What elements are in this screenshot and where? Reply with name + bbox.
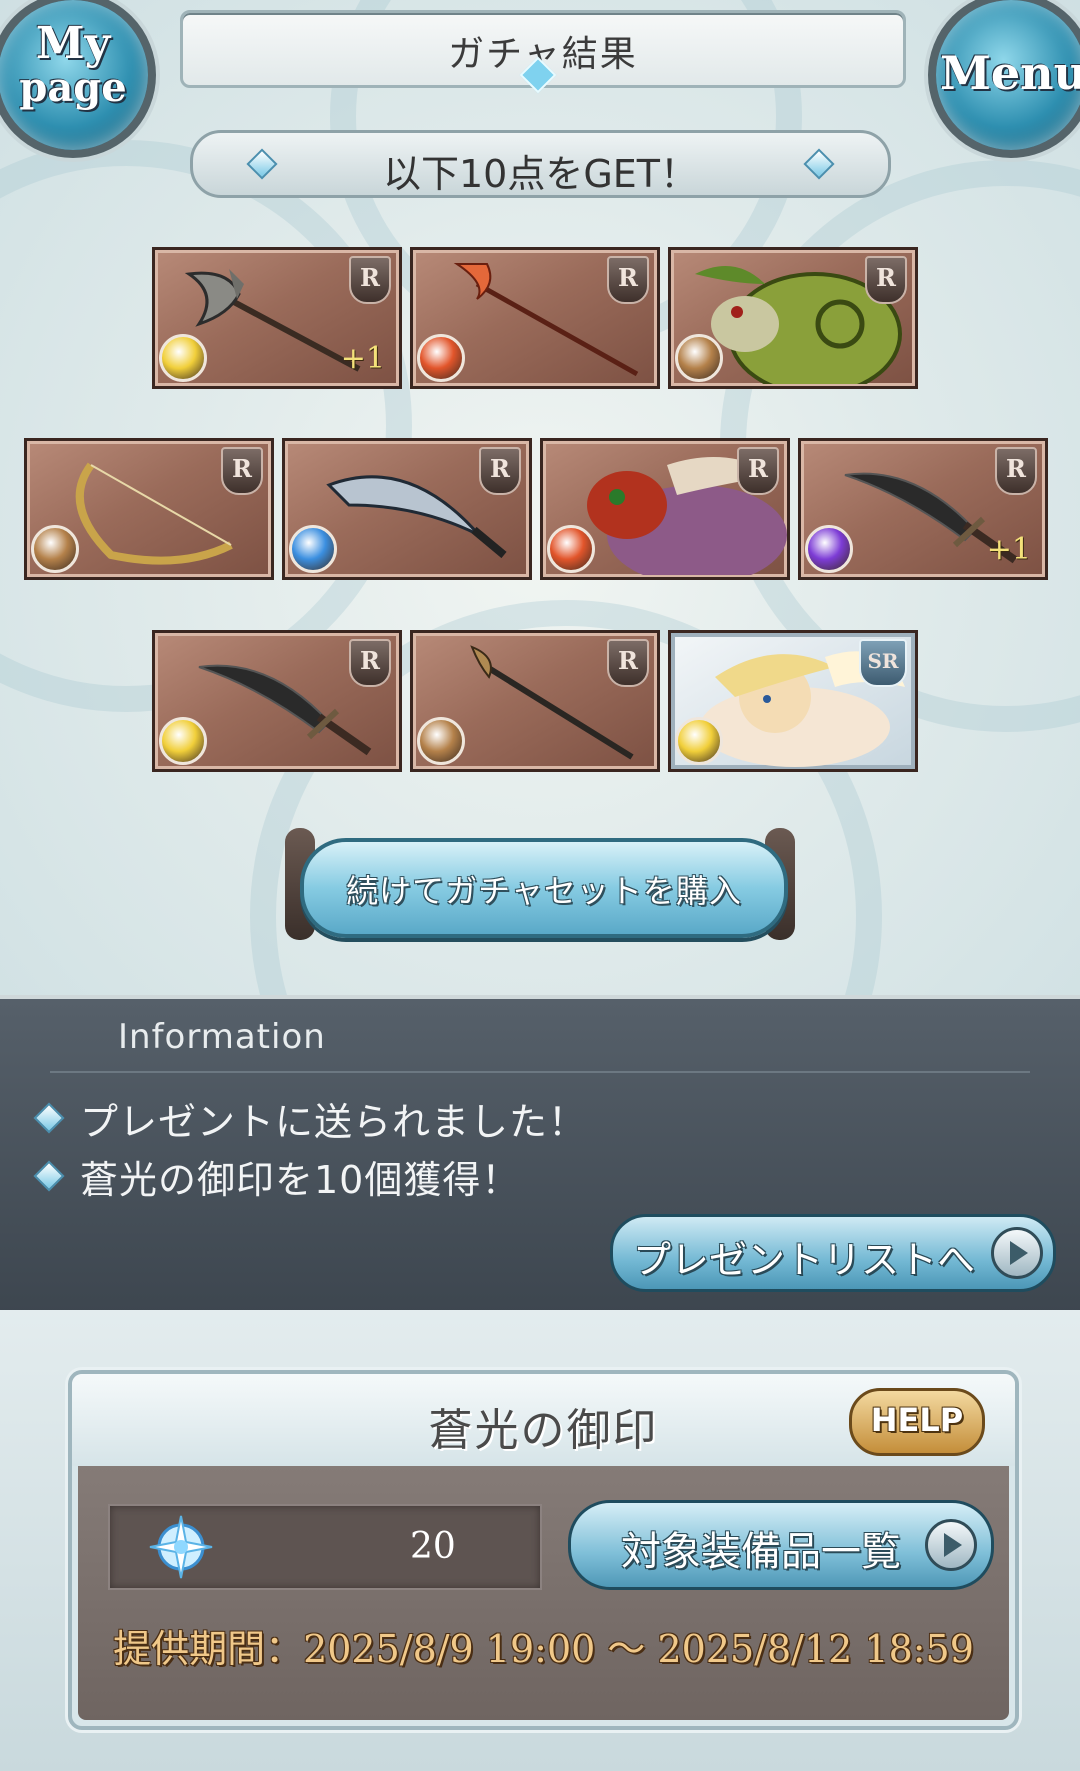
fire-element-icon xyxy=(547,525,595,573)
result-banner-text: 以下10点をGET！ xyxy=(382,152,699,196)
light-element-icon xyxy=(675,717,723,765)
water-element-icon xyxy=(289,525,337,573)
information-panel: Information プレゼントに送られました！ 蒼光の御印を10個獲得！ プ… xyxy=(0,995,1080,1314)
rarity-badge: R xyxy=(737,447,779,495)
seal-header: 蒼光の御印 HELP xyxy=(72,1374,1015,1466)
rarity-badge: R xyxy=(865,256,907,304)
result-banner: 以下10点をGET！ xyxy=(190,130,891,198)
earth-element-icon xyxy=(31,525,79,573)
result-card-staff[interactable]: R xyxy=(410,630,660,772)
result-card-bow[interactable]: R xyxy=(24,438,274,580)
seal-count: 20 xyxy=(410,1526,456,1567)
earth-element-icon xyxy=(675,334,723,382)
target-equipment-list-label: 対象装備品一覧 xyxy=(621,1529,901,1575)
present-list-label: プレゼントリストへ xyxy=(633,1238,976,1282)
background-decoration xyxy=(0,140,412,712)
seal-section: 蒼光の御印 HELP 20 対象装備品一覧 提供期間：2025/8/9 19:0… xyxy=(0,1310,1080,1771)
target-equipment-list-button[interactable]: 対象装備品一覧 xyxy=(568,1500,994,1590)
buy-again-button[interactable]: 続けてガチャセットを購入 xyxy=(300,838,788,938)
fire-element-icon xyxy=(417,334,465,382)
rarity-badge: R xyxy=(349,256,391,304)
gem-icon xyxy=(33,1160,65,1192)
seal-panel: 蒼光の御印 HELP 20 対象装備品一覧 提供期間：2025/8/9 19:0… xyxy=(68,1370,1019,1730)
help-button[interactable]: HELP xyxy=(849,1388,985,1456)
rarity-badge: R xyxy=(221,447,263,495)
rarity-badge: R xyxy=(349,639,391,687)
menu-label: Menu xyxy=(940,46,1080,100)
gacha-result-screen: ガチャ結果 My page Menu 以下10点をGET！ R +1 R R R R R R +… xyxy=(0,0,1080,995)
plus-badge: +1 xyxy=(986,532,1031,567)
mypage-button[interactable]: My page xyxy=(0,0,156,158)
seal-body: 20 対象装備品一覧 提供期間：2025/8/9 19:00 〜 2025/8/… xyxy=(78,1466,1009,1720)
seal-icon xyxy=(149,1515,213,1579)
top-bar: ガチャ結果 My page Menu xyxy=(0,0,1080,158)
result-card-spear[interactable]: R xyxy=(410,247,660,389)
result-card-blade[interactable]: R xyxy=(282,438,532,580)
result-card-summon-bird[interactable]: R xyxy=(540,438,790,580)
present-list-button[interactable]: プレゼントリストへ xyxy=(610,1214,1056,1292)
result-card-summon-character[interactable]: SR xyxy=(668,630,918,772)
rarity-badge: R xyxy=(479,447,521,495)
mypage-label-line2: page xyxy=(19,64,127,111)
rarity-badge: R xyxy=(607,256,649,304)
arrow-right-icon xyxy=(991,1227,1043,1279)
dark-element-icon xyxy=(805,525,853,573)
menu-button[interactable]: Menu xyxy=(928,0,1080,158)
arrow-right-icon xyxy=(925,1519,977,1571)
result-card-sword[interactable]: R +1 xyxy=(798,438,1048,580)
result-card-axe[interactable]: R +1 xyxy=(152,247,402,389)
rarity-badge: R xyxy=(995,447,1037,495)
rarity-badge: R xyxy=(607,639,649,687)
buy-again-label: 続けてガチャセットを購入 xyxy=(346,872,742,910)
information-line-seal: 蒼光の御印を10個獲得！ xyxy=(80,1158,521,1202)
result-card-sword[interactable]: R xyxy=(152,630,402,772)
light-element-icon xyxy=(159,334,207,382)
information-heading: Information xyxy=(118,1017,326,1057)
earth-element-icon xyxy=(417,717,465,765)
result-card-summon-creature[interactable]: R xyxy=(668,247,918,389)
mypage-label-line1: My xyxy=(35,18,111,69)
gem-icon xyxy=(33,1102,65,1134)
seal-count-box: 20 xyxy=(108,1504,542,1590)
plus-badge: +1 xyxy=(340,341,385,376)
offer-period: 提供期間：2025/8/9 19:00 〜 2025/8/12 18:59 xyxy=(113,1627,974,1671)
rarity-badge: SR xyxy=(859,639,907,687)
light-element-icon xyxy=(159,717,207,765)
divider xyxy=(50,1071,1030,1073)
information-line-present: プレゼントに送られました！ xyxy=(80,1100,588,1144)
